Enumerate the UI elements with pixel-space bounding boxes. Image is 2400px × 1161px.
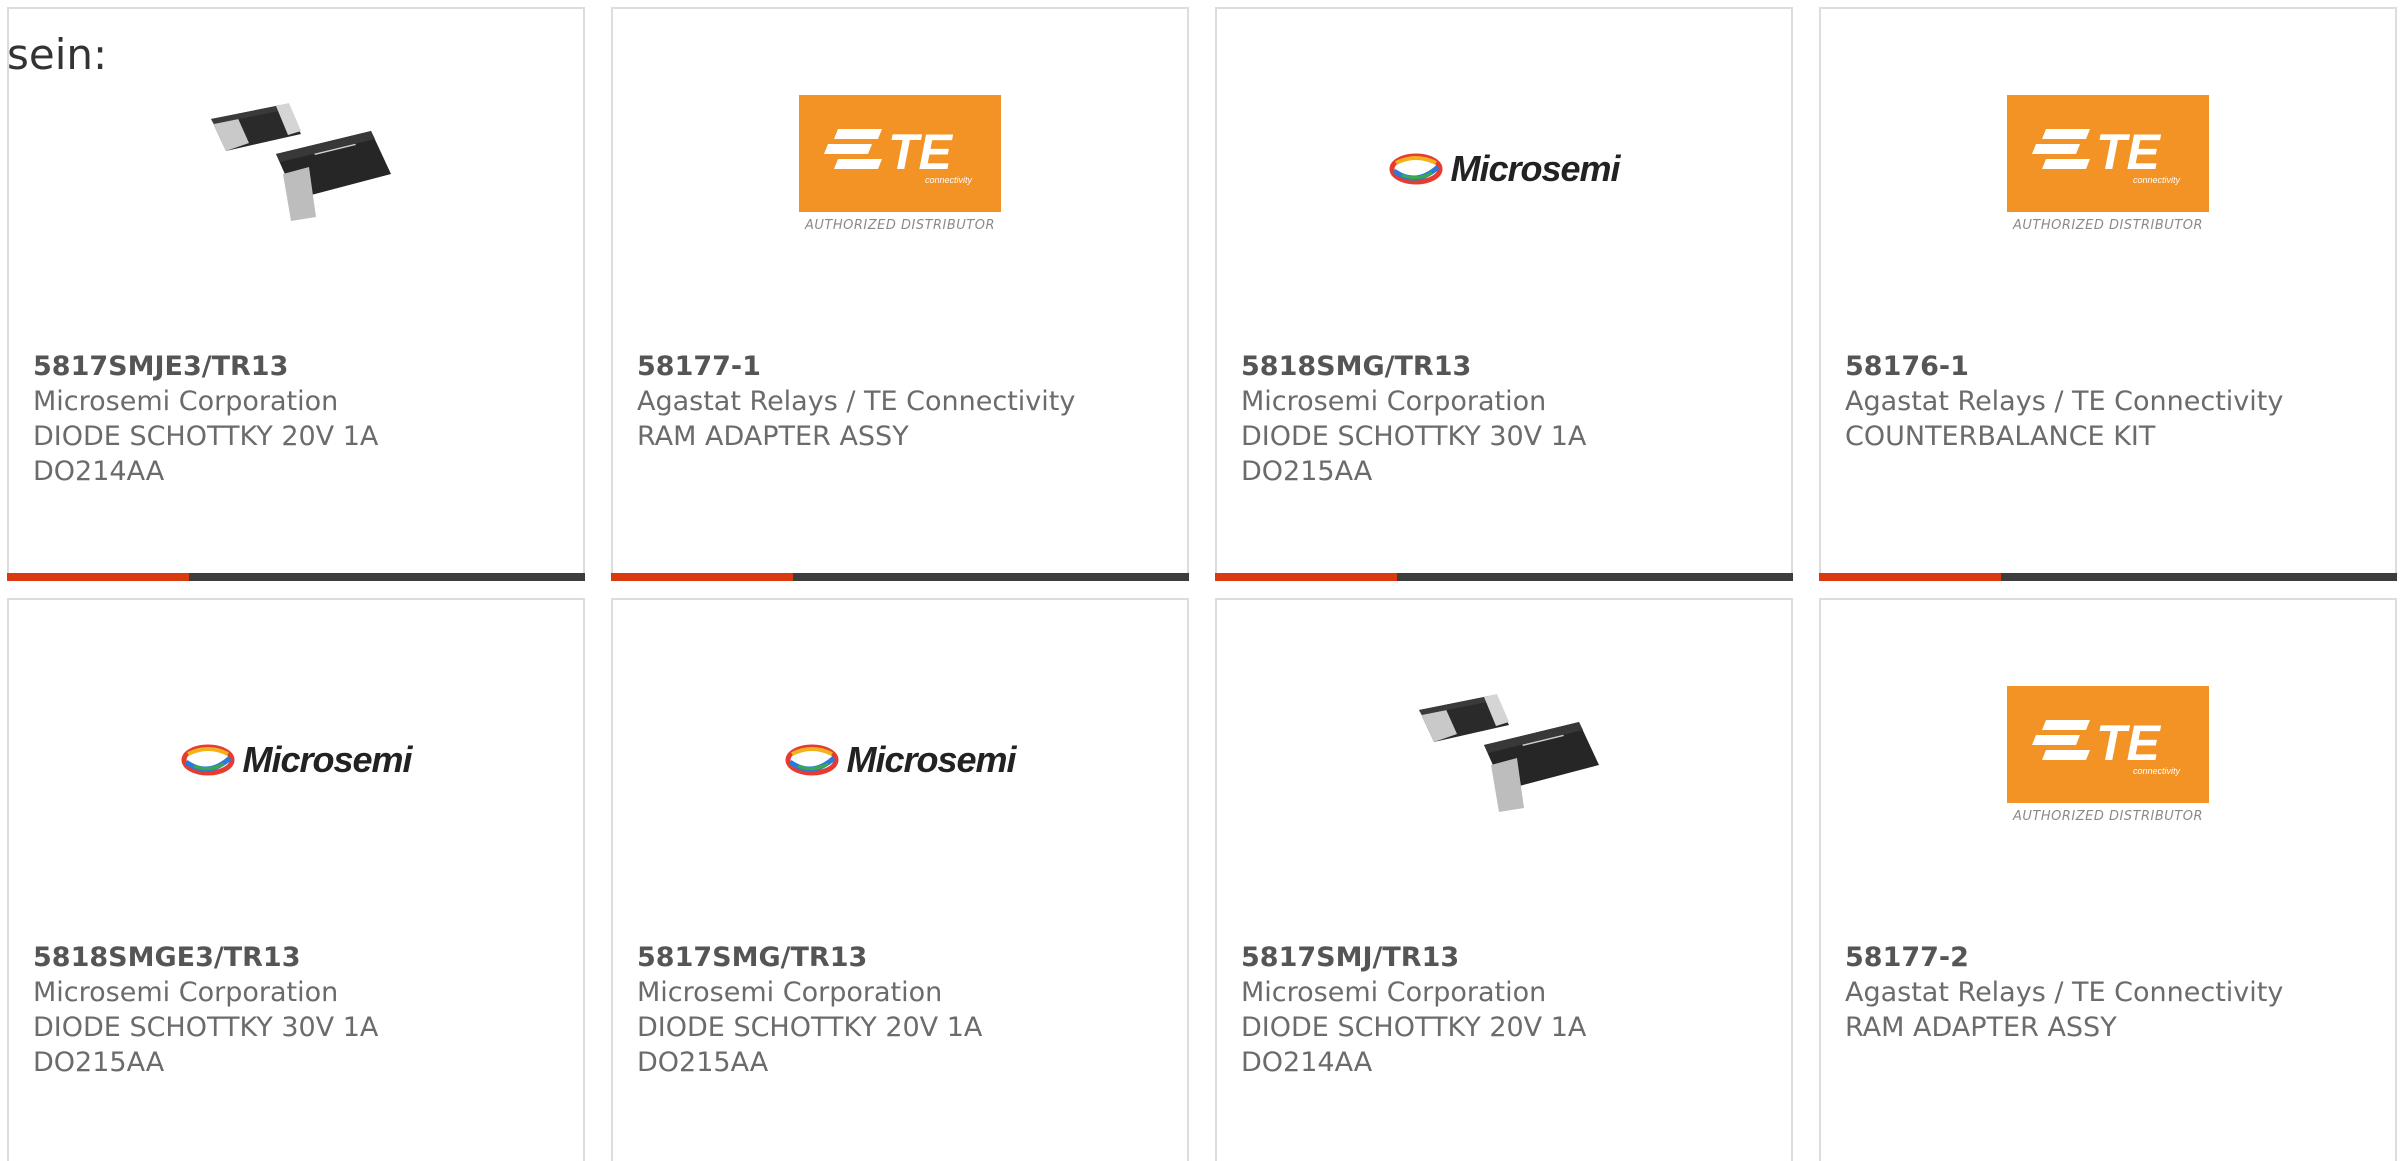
microsemi-wordmark: Microsemi [242, 739, 412, 780]
product-info: 5817SMG/TR13 Microsemi Corporation DIODE S… [637, 940, 1171, 1080]
product-part-number[interactable]: 5817SMJE3/TR13 [33, 349, 567, 384]
product-info: 5817SMJ/TR13 Microsemi Corporation DIODE S… [1241, 940, 1775, 1080]
product-info: 5818SMGE3/TR13 Microsemi Corporation DIODE… [33, 940, 567, 1080]
te-mark-text: TE [2096, 124, 2162, 180]
product-listing-page: 5817SMJE3/TR13 Microsemi Corporation DIODE… [0, 0, 2400, 1161]
product-description: DIODE SCHOTTKY 30V 1A [33, 1012, 379, 1043]
svg-text:connectivity: connectivity [2133, 766, 2181, 776]
product-image[interactable]: TE connectivity AUTHORIZED DISTRIBUTOR [1821, 600, 2395, 930]
microsemi-logo: Microsemi [784, 739, 1017, 781]
microsemi-swirl-icon [181, 744, 235, 776]
card-bottom-bar [611, 573, 1189, 581]
card-accent-bar [1215, 573, 1397, 581]
product-manufacturer: Agastat Relays / TE Connectivity [637, 386, 1076, 417]
product-info: 5818SMG/TR13 Microsemi Corporation DIODE S… [1241, 349, 1775, 489]
product-description: DIODE SCHOTTKY 20V 1A [1241, 1012, 1587, 1043]
product-part-number[interactable]: 58177-2 [1845, 940, 2379, 975]
svg-text:connectivity: connectivity [2133, 175, 2181, 185]
product-image[interactable]: TE connectivity AUTHORIZED DISTRIBUTOR [1821, 9, 2395, 339]
product-package: DO215AA [637, 1047, 769, 1078]
te-connectivity-logo: TE connectivity AUTHORIZED DISTRIBUTOR [2007, 686, 2209, 824]
product-manufacturer: Agastat Relays / TE Connectivity [1845, 386, 2284, 417]
card-accent-bar [611, 573, 793, 581]
product-image[interactable] [1217, 600, 1791, 930]
product-manufacturer: Microsemi Corporation [637, 977, 943, 1008]
te-connectivity-logo: TE connectivity AUTHORIZED DISTRIBUTOR [2007, 95, 2209, 233]
product-card[interactable]: Microsemi 5818SMGE3/TR13 Microsemi Corpor… [7, 598, 585, 1161]
te-mark-text: TE [888, 124, 954, 180]
te-mark-icon: TE connectivity [2032, 715, 2181, 776]
te-mark-icon: TE connectivity [2032, 124, 2181, 185]
te-mark-text: TE [2096, 715, 2162, 771]
product-info: 58177-2 Agastat Relays / TE Connectivity R… [1845, 940, 2379, 1045]
te-connectivity-logo: TE connectivity AUTHORIZED DISTRIBUTOR [799, 95, 1001, 233]
product-description: DIODE SCHOTTKY 20V 1A [33, 421, 379, 452]
product-card[interactable]: TE connectivity AUTHORIZED DISTRIBUTOR 5… [611, 7, 1189, 581]
card-accent-bar [1819, 573, 2001, 581]
product-part-number[interactable]: 58177-1 [637, 349, 1171, 384]
product-info: 5817SMJE3/TR13 Microsemi Corporation DIODE… [33, 349, 567, 489]
product-image[interactable]: TE connectivity AUTHORIZED DISTRIBUTOR [613, 9, 1187, 339]
te-logo-box: TE connectivity [2007, 95, 2209, 212]
product-card[interactable]: 5817SMJE3/TR13 Microsemi Corporation DIODE… [7, 7, 585, 581]
leading-text: sein: [7, 30, 108, 79]
product-card[interactable]: Microsemi 5818SMG/TR13 Microsemi Corporat… [1215, 7, 1793, 581]
te-logo-box: TE connectivity [799, 95, 1001, 212]
te-mark-icon: TE connectivity [824, 124, 973, 185]
product-description: RAM ADAPTER ASSY [637, 421, 909, 452]
product-card[interactable]: TE connectivity AUTHORIZED DISTRIBUTOR 5… [1819, 598, 2397, 1161]
microsemi-logo: Microsemi [180, 739, 413, 781]
product-part-number[interactable]: 5817SMG/TR13 [637, 940, 1171, 975]
card-bottom-bar [1819, 573, 2397, 581]
product-image[interactable]: Microsemi [613, 600, 1187, 930]
product-manufacturer: Microsemi Corporation [1241, 386, 1547, 417]
product-package: DO214AA [1241, 1047, 1373, 1078]
te-caption: AUTHORIZED DISTRIBUTOR [2012, 218, 2204, 233]
te-caption: AUTHORIZED DISTRIBUTOR [804, 218, 996, 233]
product-package: DO215AA [33, 1047, 165, 1078]
product-part-number[interactable]: 5817SMJ/TR13 [1241, 940, 1775, 975]
product-description: DIODE SCHOTTKY 20V 1A [637, 1012, 983, 1043]
product-card[interactable]: Microsemi 5817SMG/TR13 Microsemi Corporat… [611, 598, 1189, 1161]
product-manufacturer: Microsemi Corporation [33, 386, 339, 417]
product-manufacturer: Microsemi Corporation [33, 977, 339, 1008]
card-accent-bar [7, 573, 189, 581]
product-card[interactable]: TE connectivity AUTHORIZED DISTRIBUTOR 5… [1819, 7, 2397, 581]
diode-photo-icon [1419, 694, 1599, 812]
diode-photo-icon [211, 103, 391, 221]
product-part-number[interactable]: 58176-1 [1845, 349, 2379, 384]
microsemi-swirl-icon [785, 744, 839, 776]
product-info: 58177-1 Agastat Relays / TE Connectivity R… [637, 349, 1171, 454]
product-image[interactable]: Microsemi [1217, 9, 1791, 339]
product-card[interactable]: 5817SMJ/TR13 Microsemi Corporation DIODE S… [1215, 598, 1793, 1161]
product-part-number[interactable]: 5818SMG/TR13 [1241, 349, 1775, 384]
card-bottom-bar [7, 573, 585, 581]
product-info: 58176-1 Agastat Relays / TE Connectivity C… [1845, 349, 2379, 454]
product-part-number[interactable]: 5818SMGE3/TR13 [33, 940, 567, 975]
microsemi-logo: Microsemi [1388, 148, 1621, 190]
product-grid: 5817SMJE3/TR13 Microsemi Corporation DIODE… [7, 7, 2400, 1161]
te-logo-box: TE connectivity [2007, 686, 2209, 803]
product-description: RAM ADAPTER ASSY [1845, 1012, 2117, 1043]
product-description: DIODE SCHOTTKY 30V 1A [1241, 421, 1587, 452]
microsemi-wordmark: Microsemi [846, 739, 1016, 780]
card-bottom-bar [1215, 573, 1793, 581]
product-manufacturer: Microsemi Corporation [1241, 977, 1547, 1008]
product-manufacturer: Agastat Relays / TE Connectivity [1845, 977, 2284, 1008]
product-description: COUNTERBALANCE KIT [1845, 421, 2156, 452]
microsemi-wordmark: Microsemi [1450, 148, 1620, 189]
product-image[interactable]: Microsemi [9, 600, 583, 930]
te-caption: AUTHORIZED DISTRIBUTOR [2012, 809, 2204, 824]
microsemi-swirl-icon [1389, 153, 1443, 185]
product-package: DO214AA [33, 456, 165, 487]
svg-text:connectivity: connectivity [925, 175, 973, 185]
product-package: DO215AA [1241, 456, 1373, 487]
